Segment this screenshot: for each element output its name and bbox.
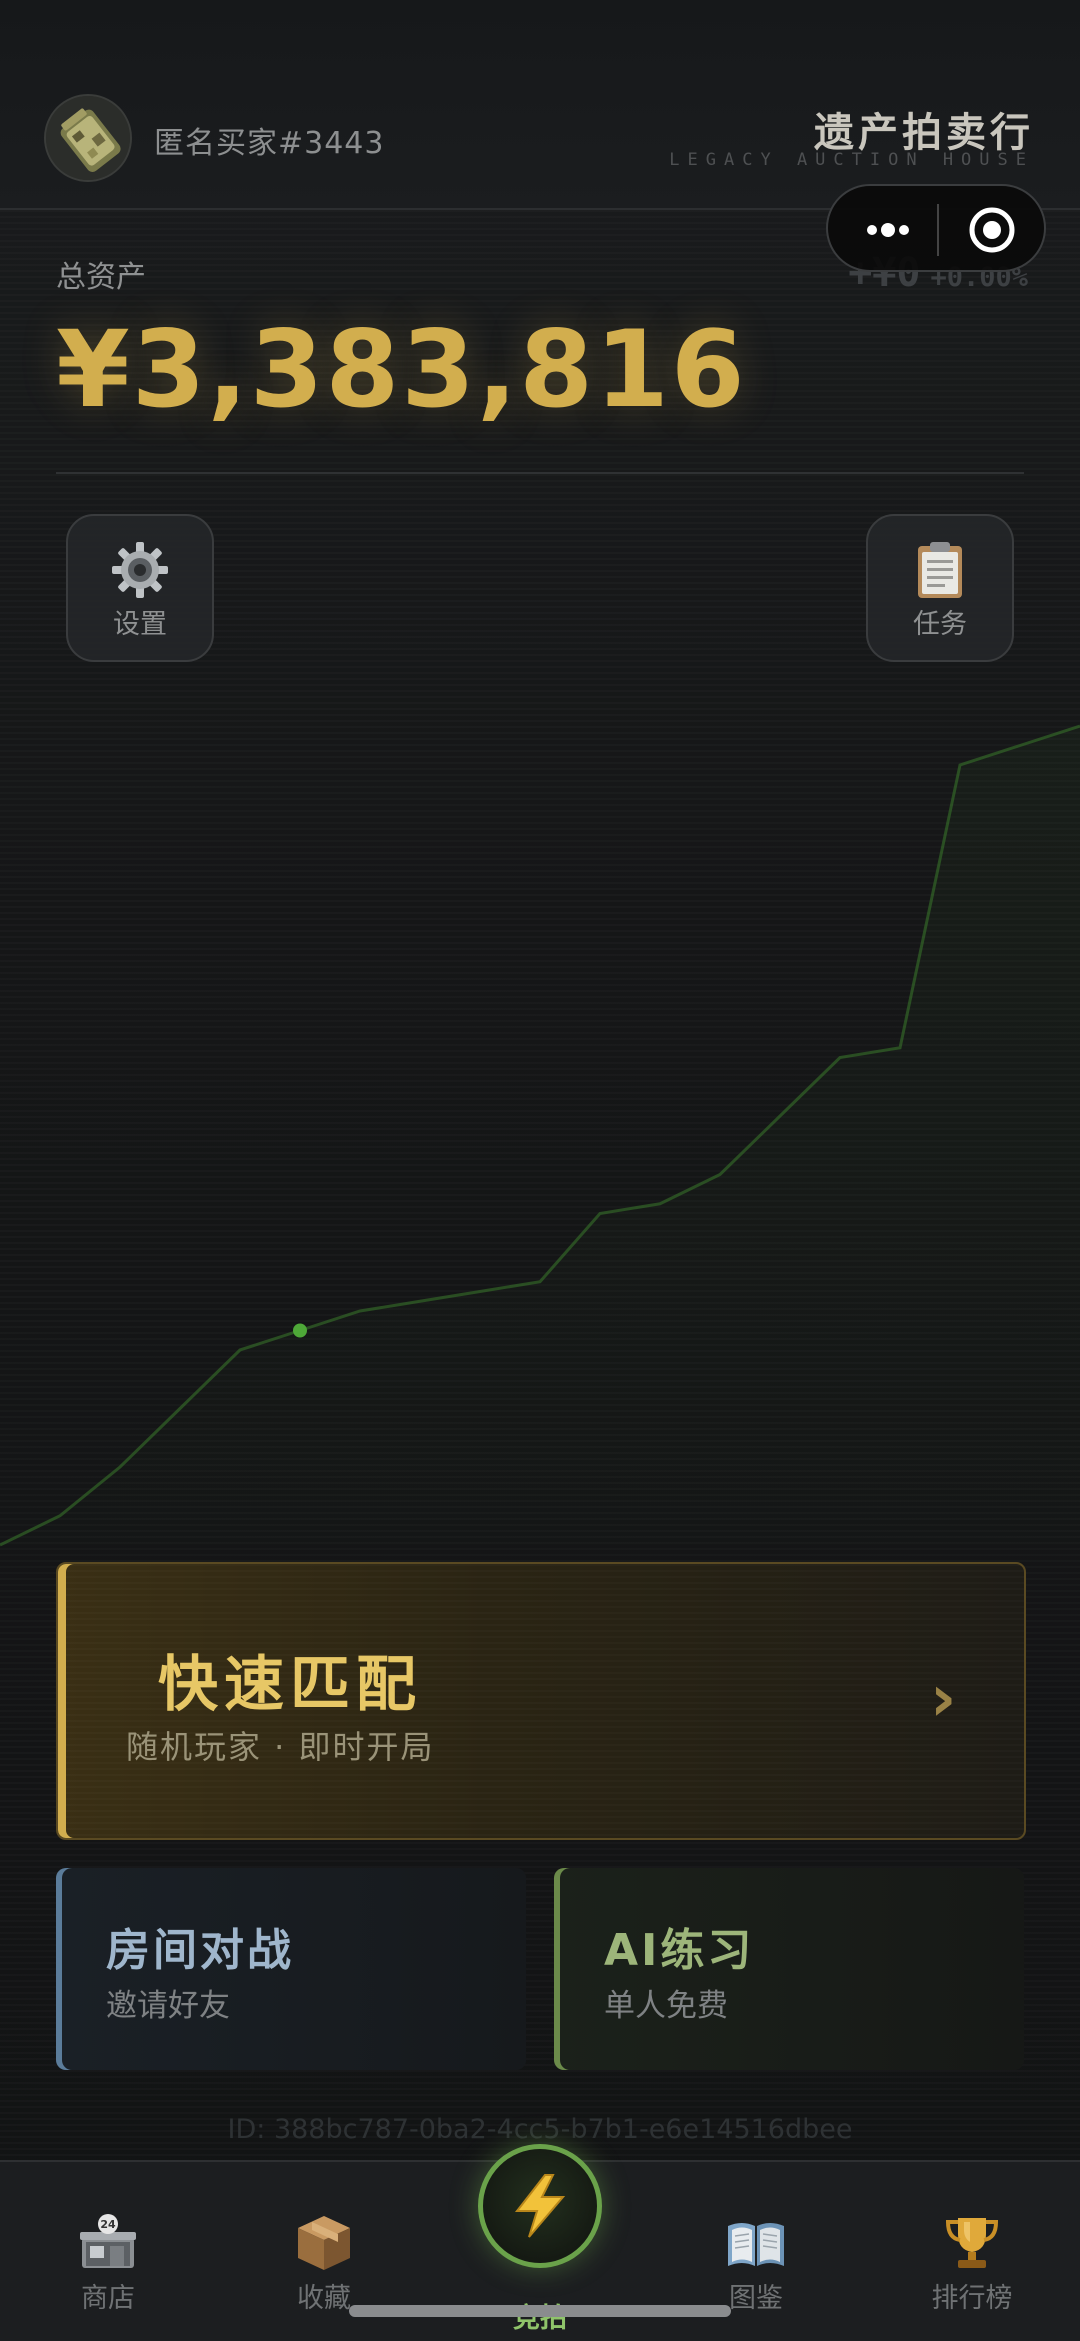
quick-match-title: 快速匹配 (158, 1650, 422, 1720)
brand-subtitle: LEGACY AUCTION HOUSE (669, 150, 1034, 170)
lightning-icon (514, 2174, 566, 2238)
tasks-label: 任务 (913, 609, 967, 640)
total-assets-label: 总资产 (56, 260, 146, 295)
close-miniprogram-button[interactable] (952, 200, 1032, 260)
room-battle-title: 房间对战 (106, 1925, 294, 1976)
shop-icon: 24 (80, 2214, 136, 2268)
tab-shop[interactable]: 24 商店 (0, 2162, 216, 2341)
box-icon (298, 2216, 350, 2270)
tab-leaderboard-label: 排行榜 (931, 2283, 1013, 2314)
total-assets-value: ¥3,383,816 (56, 308, 747, 431)
settings-label: 设置 (113, 609, 167, 640)
capsule-divider (937, 204, 939, 256)
player-avatar[interactable] (44, 94, 132, 182)
ai-practice-subtitle: 单人免费 (604, 1988, 728, 2024)
quick-match-subtitle: 随机玩家 · 即时开局 (126, 1728, 435, 1766)
settings-button[interactable]: 设置 (66, 514, 214, 662)
svg-text:24: 24 (100, 2218, 116, 2231)
trophy-icon (945, 2218, 999, 2268)
player-name: 匿名买家#3443 (154, 126, 385, 161)
session-id: ID: 388bc787-0ba2-4cc5-b7b1-e6e14516dbee (227, 2114, 853, 2145)
clipboard-icon (918, 542, 962, 598)
gear-icon (112, 542, 168, 598)
app-root: 匿名买家#3443 遗产拍卖行 LEGACY AUCTION HOUSE 总资产… (0, 0, 1080, 2341)
book-icon (728, 2223, 784, 2266)
home-indicator[interactable] (349, 2305, 731, 2317)
avatar-item-icon (46, 96, 130, 180)
assets-divider (56, 472, 1024, 474)
more-button[interactable] (848, 200, 928, 260)
tab-shop-label: 商店 (81, 2283, 135, 2314)
tab-leaderboard[interactable]: 排行榜 (864, 2162, 1080, 2341)
quick-match-card[interactable]: 快速匹配 随机玩家 · 即时开局 › (56, 1562, 1026, 1840)
chart-area (0, 726, 1080, 1545)
target-close-icon (969, 207, 1015, 253)
chevron-right-icon: › (930, 1662, 957, 1736)
auction-fab-button[interactable] (478, 2144, 602, 2268)
room-battle-subtitle: 邀请好友 (106, 1988, 230, 2024)
chart-highlight-point (293, 1323, 307, 1338)
tasks-button[interactable]: 任务 (866, 514, 1014, 662)
miniprogram-capsule (826, 184, 1046, 272)
room-battle-card[interactable]: 房间对战 邀请好友 (56, 1868, 526, 2070)
more-dots-icon (867, 223, 909, 237)
ai-practice-title: AI练习 (604, 1925, 755, 1976)
ai-practice-card[interactable]: AI练习 单人免费 (554, 1868, 1024, 2070)
top-header: 匿名买家#3443 遗产拍卖行 LEGACY AUCTION HOUSE (0, 0, 1080, 210)
